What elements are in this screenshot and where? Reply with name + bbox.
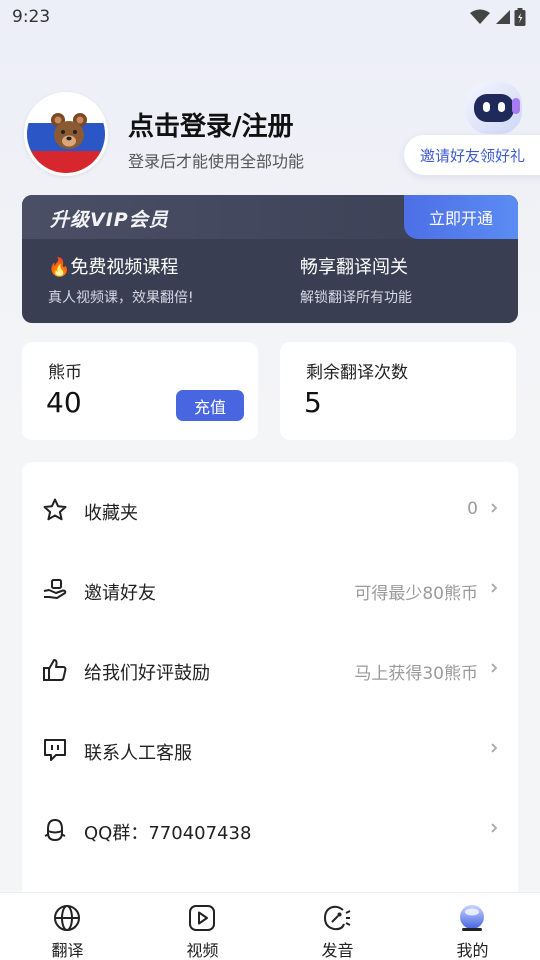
menu-item-favorites[interactable]: 收藏夹 0 <box>22 480 518 540</box>
tab-video[interactable]: 视频 <box>135 893 270 960</box>
tab-translate[interactable]: 翻译 <box>0 893 135 960</box>
menu-item-customer-service[interactable]: 联系人工客服 <box>22 720 518 780</box>
vip-header: 升级VIP会员 立即开通 <box>22 195 518 239</box>
login-hint: 登录后才能使用全部功能 <box>128 152 305 171</box>
translations-remaining-card: 剩余翻译次数 5 <box>280 342 516 440</box>
robot-mascot-icon[interactable] <box>462 80 526 140</box>
menu-item-value: 0 <box>467 499 478 519</box>
menu-item-label: 给我们好评鼓励 <box>84 663 210 684</box>
tab-label: 翻译 <box>51 941 84 960</box>
tab-label: 视频 <box>186 941 219 960</box>
coins-card: 熊币 40 充值 <box>22 342 258 440</box>
gift-hand-icon <box>43 579 67 599</box>
translations-remaining-label: 剩余翻译次数 <box>306 363 408 383</box>
video-play-icon <box>189 905 215 931</box>
menu-item-qq-group[interactable]: QQ群：770407438 <box>22 800 518 860</box>
battery-icon <box>514 8 526 26</box>
status-time: 9:23 <box>12 7 51 27</box>
menu-list: 收藏夹 0 邀请好友 可得最少80熊币 给我们好评鼓励 马上获得30熊币 联系人… <box>22 462 518 932</box>
wifi-icon <box>470 9 490 24</box>
status-bar: 9:23 <box>0 0 540 34</box>
vip-feature-title: 畅享翻译闯关 <box>300 257 408 278</box>
avatar-flag-bear-icon <box>27 95 105 173</box>
menu-item-invite-friends[interactable]: 邀请好友 可得最少80熊币 <box>22 560 518 620</box>
chevron-right-icon <box>491 823 498 833</box>
profile-orb-icon <box>460 905 484 931</box>
vip-open-button[interactable]: 立即开通 <box>404 195 518 239</box>
menu-item-label: 收藏夹 <box>84 503 138 524</box>
globe-icon <box>54 905 80 931</box>
tab-pronunciation[interactable]: 发音 <box>270 893 405 960</box>
translations-remaining-value: 5 <box>304 386 322 419</box>
tab-me[interactable]: 我的 <box>405 893 540 960</box>
vip-feature-desc: 真人视频课，效果翻倍! <box>48 290 194 306</box>
avatar[interactable] <box>24 92 108 176</box>
menu-item-value: 马上获得30熊币 <box>354 664 478 684</box>
vip-feature-translation-challenge[interactable]: 畅享翻译闯关 解锁翻译所有功能 <box>300 253 412 307</box>
menu-item-rate-us[interactable]: 给我们好评鼓励 马上获得30熊币 <box>22 640 518 700</box>
chevron-right-icon <box>491 583 498 593</box>
vip-card[interactable]: 升级VIP会员 立即开通 🔥免费视频课程 真人视频课，效果翻倍! 畅享翻译闯关 … <box>22 195 518 323</box>
status-icons <box>470 8 526 26</box>
chevron-right-icon <box>491 663 498 673</box>
chevron-right-icon <box>491 503 498 513</box>
bottom-tab-bar: 翻译 视频 发音 我的 <box>0 892 540 960</box>
invite-friends-reward-button[interactable]: 邀请好友领好礼 <box>404 135 540 175</box>
star-icon <box>43 498 67 521</box>
recharge-button[interactable]: 充值 <box>176 390 244 421</box>
chat-support-icon <box>44 739 66 761</box>
tab-label: 我的 <box>456 941 489 960</box>
menu-item-label: 联系人工客服 <box>84 743 192 764</box>
coins-value: 40 <box>46 386 82 419</box>
tab-label: 发音 <box>321 941 354 960</box>
menu-item-label: 邀请好友 <box>84 583 156 604</box>
thumbs-up-icon <box>43 659 67 681</box>
menu-item-label: QQ群：770407438 <box>84 823 252 844</box>
vip-title: 升级VIP会员 <box>50 209 169 231</box>
chevron-right-icon <box>491 743 498 753</box>
penguin-icon <box>44 818 66 842</box>
login-register-title[interactable]: 点击登录/注册 <box>128 106 294 143</box>
signal-icon <box>496 10 510 24</box>
vip-feature-title: 🔥免费视频课程 <box>48 257 179 278</box>
vip-feature-desc: 解锁翻译所有功能 <box>300 290 412 306</box>
pronunciation-icon <box>323 905 351 931</box>
coins-label: 熊币 <box>48 363 82 383</box>
menu-item-value: 可得最少80熊币 <box>354 584 478 604</box>
vip-feature-video-courses[interactable]: 🔥免费视频课程 真人视频课，效果翻倍! <box>48 253 194 307</box>
